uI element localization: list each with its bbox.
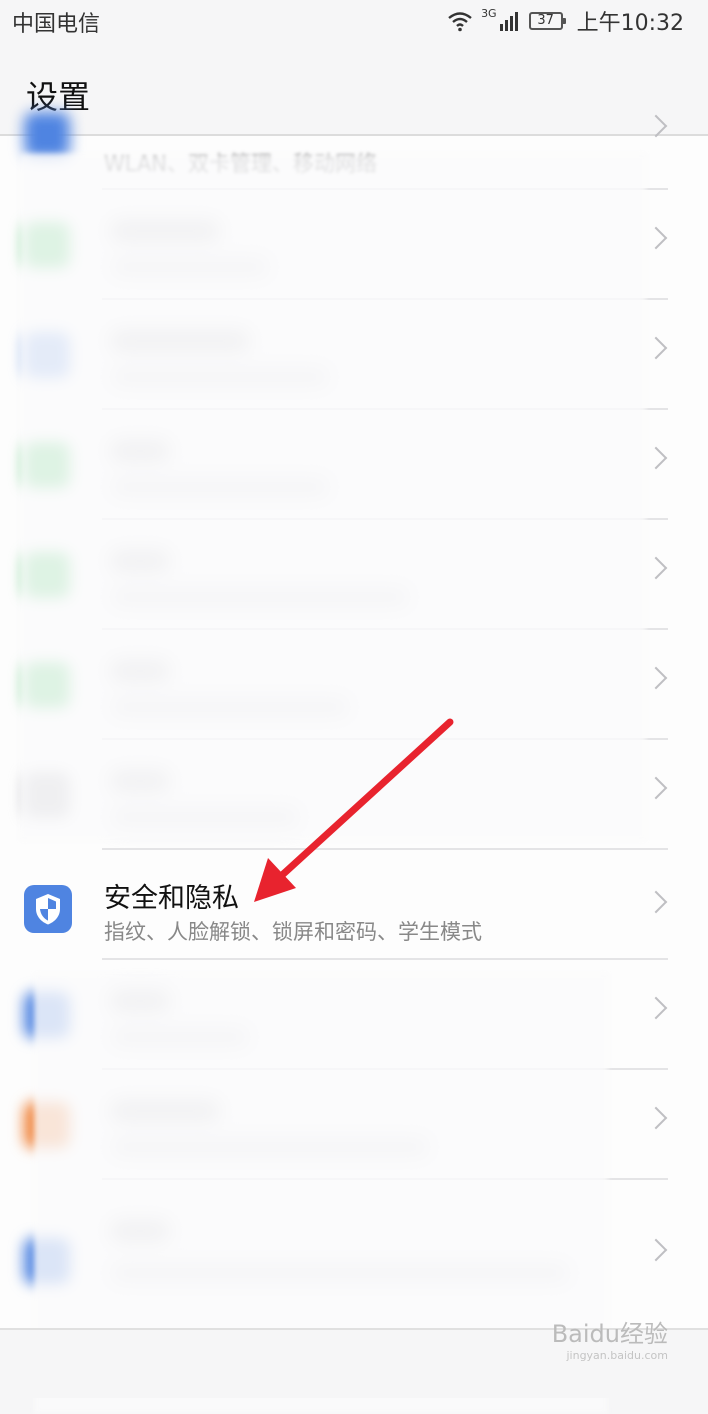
annotation-arrow [254, 718, 454, 902]
watermark: Baidu经验 jingyan.baidu.com [552, 1314, 668, 1362]
watermark-subtext: jingyan.baidu.com [566, 1349, 668, 1362]
watermark-text: Baidu经验 [551, 1320, 668, 1348]
